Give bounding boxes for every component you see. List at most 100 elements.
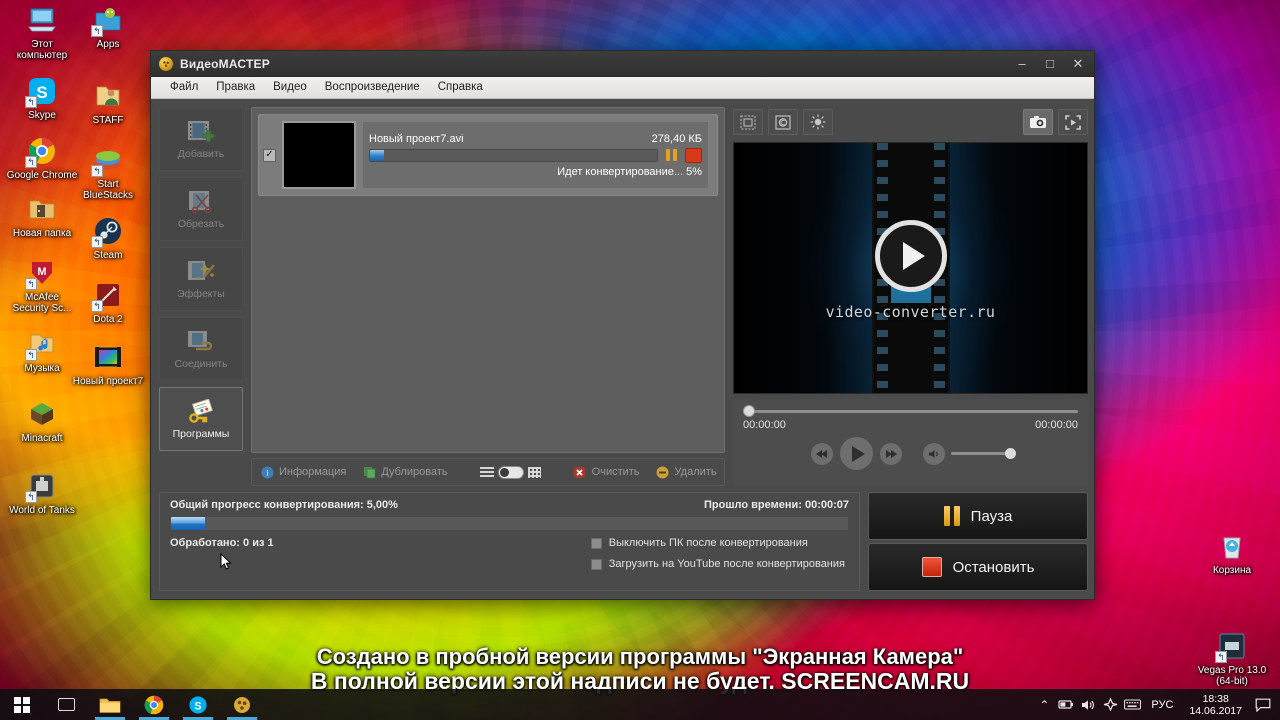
file-pause-button[interactable]: [663, 147, 680, 163]
info-button[interactable]: i Информация: [260, 465, 346, 479]
skip-forward-icon[interactable]: [879, 442, 902, 465]
seek-track: [743, 410, 1078, 413]
desktop-icon-this-pc[interactable]: Этот компьютер: [6, 4, 78, 61]
clock[interactable]: 18:38 14.06.2017: [1181, 693, 1250, 717]
view-mode-toggle[interactable]: [479, 465, 541, 479]
videomaster-window: ВидеоМАСТЕР – □ ✕ Файл Правка Видео Восп…: [150, 50, 1095, 600]
clear-button[interactable]: Очистить: [573, 465, 640, 479]
close-button[interactable]: ✕: [1064, 53, 1092, 75]
maximize-button[interactable]: □: [1036, 53, 1064, 75]
task-view-button[interactable]: [44, 689, 88, 720]
conversion-status-panel: Общий прогресс конвертирования: 5,00% Пр…: [159, 492, 860, 591]
snapshot-camera-icon[interactable]: [1023, 109, 1053, 135]
stop-button[interactable]: Остановить: [868, 543, 1088, 591]
post-conversion-options: Выключить ПК после конвертирования Загру…: [590, 537, 849, 570]
view-toggle-switch[interactable]: [497, 465, 524, 479]
taskbar-videomaster[interactable]: [220, 689, 264, 720]
file-progress-bar: [369, 148, 658, 162]
desktop-icon-vegas-pro[interactable]: ↰ Vegas Pro 13.0 (64-bit): [1196, 630, 1268, 687]
desktop-icon-skype[interactable]: S ↰ Skype: [6, 75, 78, 121]
sidebar-item-effects[interactable]: Эффекты: [159, 247, 243, 311]
player-controls: 00:00:00 00:00:00: [733, 399, 1088, 486]
notifications-icon[interactable]: [1250, 689, 1276, 720]
menu-item-help[interactable]: Справка: [429, 79, 492, 97]
clear-icon: [573, 465, 587, 479]
menu-item-video[interactable]: Видео: [264, 79, 316, 97]
desktop-icon-label: Apps: [96, 39, 120, 50]
folder-apps-icon: ↰: [91, 4, 124, 37]
desktop-icon-steam[interactable]: ↰ Steam: [72, 215, 144, 261]
desktop-icon-minecraft[interactable]: Minacraft: [6, 398, 78, 444]
desktop-icon-chrome[interactable]: ↰ Google Chrome: [6, 135, 78, 181]
play-button-icon[interactable]: [874, 219, 947, 292]
tray-chevron-icon[interactable]: ⌃: [1033, 689, 1055, 720]
sidebar-item-programs[interactable]: Программы: [159, 387, 243, 451]
file-stop-button[interactable]: [685, 147, 702, 163]
volume-slider[interactable]: [950, 448, 1016, 459]
desktop-icon-label: Новая папка: [12, 228, 72, 239]
sidebar-item-join[interactable]: Соединить: [159, 317, 243, 381]
file-progress-row: [369, 147, 702, 163]
desktop-icon-bluestacks[interactable]: ↰ Start BlueStacks: [72, 144, 144, 201]
list-view-icon[interactable]: [479, 466, 494, 478]
pause-button[interactable]: Пауза: [868, 492, 1088, 540]
language-indicator[interactable]: РУС: [1143, 699, 1181, 711]
current-time: 00:00:00: [743, 419, 786, 431]
desktop-icon-dota2[interactable]: ↰ Dota 2: [72, 279, 144, 325]
bottom-panel: Общий прогресс конвертирования: 5,00% Пр…: [151, 486, 1094, 599]
clear-label: Очистить: [591, 466, 640, 478]
tool-sidebar: Добавить Обрезать Эффекты Соединить Прог…: [159, 107, 243, 486]
volume-handle[interactable]: [1004, 448, 1016, 459]
file-list[interactable]: ✓ Новый проект7.avi 278,40 КБ Идет конве…: [251, 107, 725, 453]
volume-icon[interactable]: [922, 442, 945, 465]
taskbar-file-explorer[interactable]: [88, 689, 132, 720]
menu-item-file[interactable]: Файл: [161, 79, 207, 97]
desktop-icon-mcafee[interactable]: M ↰ McAfee Security Sc...: [6, 257, 78, 314]
checkbox-box[interactable]: [590, 537, 602, 549]
checkbox-shutdown-pc[interactable]: Выключить ПК после конвертирования: [590, 537, 845, 549]
desktop-icon-new-project[interactable]: Новый проект7: [72, 341, 144, 387]
seek-bar[interactable]: [743, 405, 1078, 417]
duplicate-button[interactable]: Дублировать: [362, 465, 448, 479]
menu-item-playback[interactable]: Воспроизведение: [316, 79, 429, 97]
window-titlebar[interactable]: ВидеоМАСТЕР – □ ✕: [151, 51, 1094, 77]
battery-icon[interactable]: [1055, 689, 1077, 720]
checkbox-upload-youtube[interactable]: Загрузить на YouTube после конвертирован…: [590, 558, 845, 570]
svg-text:S: S: [194, 700, 201, 712]
skip-back-icon[interactable]: [810, 442, 833, 465]
desktop-icon-wot[interactable]: ↰ World of Tanks: [6, 470, 78, 516]
menu-item-edit[interactable]: Правка: [207, 79, 264, 97]
minimize-button[interactable]: –: [1008, 53, 1036, 75]
grid-view-icon[interactable]: [527, 466, 541, 478]
taskbar-skype[interactable]: S: [176, 689, 220, 720]
sidebar-item-add[interactable]: Добавить: [159, 107, 243, 171]
shortcut-arrow-icon: ↰: [1215, 651, 1227, 663]
file-list-item[interactable]: ✓ Новый проект7.avi 278,40 КБ Идет конве…: [258, 114, 718, 196]
crop-frame-icon[interactable]: [733, 109, 763, 135]
start-button[interactable]: [0, 689, 44, 720]
brightness-icon[interactable]: [803, 109, 833, 135]
network-icon[interactable]: [1099, 689, 1121, 720]
checkbox-box[interactable]: [590, 558, 602, 570]
desktop-icon-label: Новый проект7: [72, 376, 144, 387]
play-icon[interactable]: [839, 437, 873, 470]
fullscreen-icon[interactable]: [1058, 109, 1088, 135]
taskbar-chrome[interactable]: [132, 689, 176, 720]
file-checkbox[interactable]: ✓: [263, 148, 276, 162]
shortcut-arrow-icon: ↰: [25, 491, 37, 503]
seek-handle[interactable]: [743, 405, 755, 417]
sidebar-item-trim[interactable]: Обрезать: [159, 177, 243, 241]
watermark-icon[interactable]: [768, 109, 798, 135]
clock-date: 14.06.2017: [1189, 704, 1242, 717]
file-size: 278,40 КБ: [651, 132, 702, 145]
video-preview-screen[interactable]: video-converter.ru: [733, 142, 1088, 394]
desktop-icon-recycle-bin[interactable]: Корзина: [1196, 530, 1268, 576]
desktop-icon-music[interactable]: ↰ Музыка: [6, 328, 78, 374]
desktop-icon-new-folder[interactable]: Новая папка: [6, 193, 78, 239]
delete-button[interactable]: Удалить: [656, 465, 717, 479]
keyboard-icon[interactable]: [1121, 689, 1143, 720]
file-meta: Новый проект7.avi 278,40 КБ Идет конверт…: [362, 121, 709, 189]
desktop-icon-staff[interactable]: STAFF: [72, 80, 144, 126]
volume-icon[interactable]: [1077, 689, 1099, 720]
desktop-icon-apps[interactable]: ↰ Apps: [72, 4, 144, 50]
